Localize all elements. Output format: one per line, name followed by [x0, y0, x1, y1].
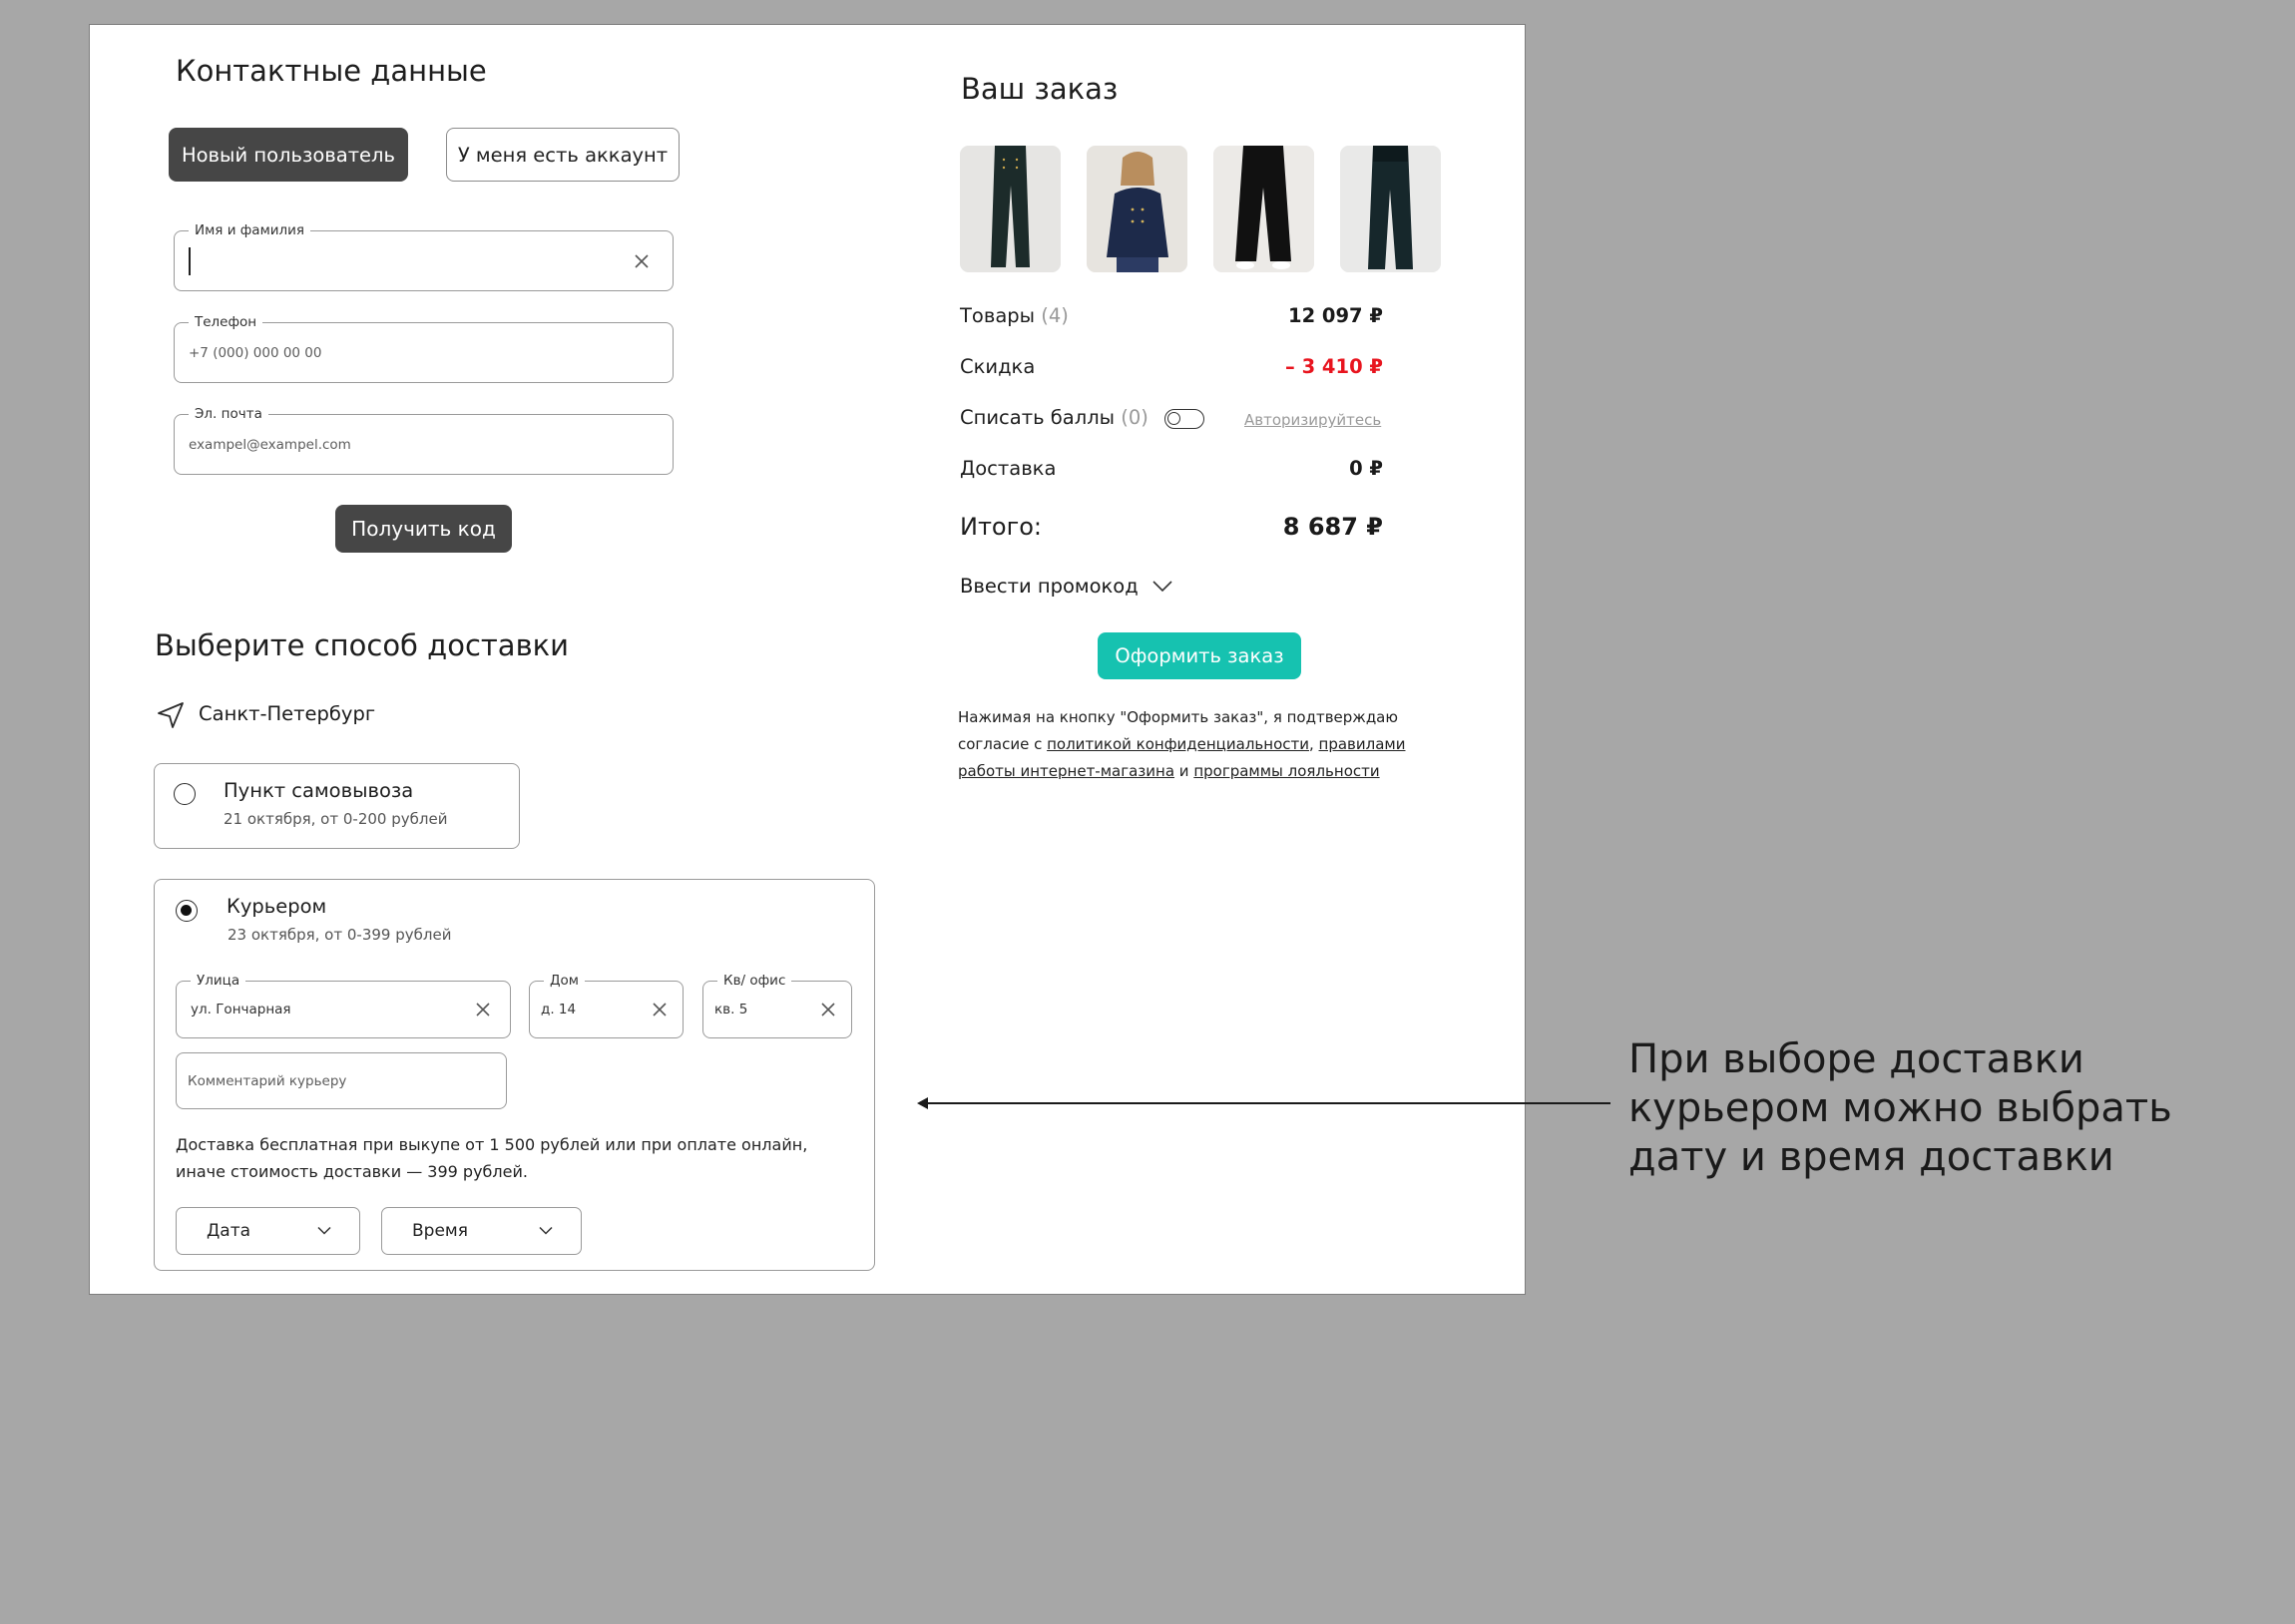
- items-count: (4): [1041, 304, 1069, 327]
- time-select-label: Время: [412, 1221, 468, 1241]
- place-order-button[interactable]: Оформить заказ: [1098, 632, 1301, 679]
- annotation-arrow: [917, 1097, 1610, 1109]
- jacket-image: [1087, 146, 1187, 272]
- chevron-down-icon: [1152, 580, 1172, 592]
- courier-radio[interactable]: [176, 900, 198, 922]
- promo-code-label: Ввести промокод: [960, 575, 1139, 598]
- new-user-button[interactable]: Новый пользователь: [169, 128, 408, 182]
- delivery-title: Выберите способ доставки: [155, 628, 570, 662]
- apartment-field[interactable]: Кв/ офис кв. 5: [702, 973, 852, 1038]
- delivery-cost-value: 0 ₽: [1349, 457, 1383, 480]
- house-field[interactable]: Дом д. 14: [529, 973, 684, 1038]
- store-rules-link-part-2[interactable]: работы интернет-магазина: [958, 762, 1174, 780]
- total-value: 8 687 ₽: [1282, 513, 1383, 541]
- total-label: Итого:: [960, 513, 1042, 541]
- close-icon[interactable]: [633, 252, 651, 270]
- comment-placeholder: Комментарий курьеру: [188, 1072, 347, 1089]
- apartment-field-label: Кв/ офис: [717, 973, 792, 989]
- points-row-label: Списать баллы (0): [960, 406, 1148, 429]
- toggle-knob: [1167, 412, 1180, 425]
- legal-prefix: согласие с: [958, 735, 1048, 753]
- time-select[interactable]: Время: [381, 1207, 582, 1255]
- legal-comma: ,: [1308, 735, 1319, 753]
- phone-field[interactable]: Телефон +7 (000) 000 00 00: [174, 314, 674, 383]
- street-field[interactable]: Улица ул. Гончарная: [176, 973, 511, 1038]
- order-title: Ваш заказ: [961, 72, 1119, 106]
- location-arrow-icon: [158, 702, 184, 728]
- courier-comment-field[interactable]: Комментарий курьеру: [176, 1052, 507, 1109]
- promo-code-toggle[interactable]: Ввести промокод: [960, 575, 1172, 598]
- loyalty-program-link[interactable]: программы лояльности: [1193, 762, 1379, 780]
- trousers-image: [1340, 146, 1441, 272]
- pickup-option[interactable]: Пункт самовывоза 21 октября, от 0-200 ру…: [154, 763, 520, 849]
- chevron-down-icon: [317, 1226, 331, 1235]
- pickup-title: Пункт самовывоза: [224, 779, 414, 802]
- product-thumbnail-1[interactable]: [960, 146, 1061, 272]
- legal-and: и: [1174, 762, 1194, 780]
- annotation-text: При выборе доставки курьером можно выбра…: [1628, 1035, 2172, 1182]
- email-field[interactable]: Эл. почта exampel@exampel.com: [174, 406, 674, 475]
- street-field-label: Улица: [191, 973, 246, 989]
- delivery-cost-label: Доставка: [960, 457, 1057, 480]
- items-label: Товары: [960, 304, 1036, 327]
- trousers-image: [1213, 146, 1314, 272]
- points-label: Списать баллы: [960, 406, 1116, 429]
- apartment-value: кв. 5: [714, 1002, 748, 1017]
- email-placeholder: exampel@exampel.com: [189, 436, 351, 453]
- legal-line-3: работы интернет-магазина и программы лоя…: [958, 758, 1405, 785]
- pickup-radio[interactable]: [174, 783, 196, 805]
- phone-placeholder: +7 (000) 000 00 00: [189, 344, 322, 361]
- courier-title: Курьером: [227, 895, 327, 918]
- points-toggle[interactable]: [1164, 409, 1204, 429]
- delivery-note-line-2: иначе стоимость доставки — 399 рублей.: [176, 1162, 528, 1181]
- date-select-label: Дата: [207, 1221, 251, 1241]
- email-field-label: Эл. почта: [189, 406, 268, 422]
- pickup-subtitle: 21 октября, от 0-200 рублей: [224, 810, 448, 828]
- items-row-label: Товары (4): [960, 304, 1069, 327]
- name-field[interactable]: Имя и фамилия: [174, 222, 674, 291]
- close-icon[interactable]: [819, 1001, 837, 1018]
- legal-consent-text: Нажимая на кнопку "Оформить заказ", я по…: [958, 704, 1405, 785]
- courier-option[interactable]: Курьером 23 октября, от 0-399 рублей Ули…: [154, 879, 875, 1271]
- trousers-image: [960, 146, 1061, 272]
- delivery-note-line-1: Доставка бесплатная при выкупе от 1 500 …: [176, 1135, 808, 1154]
- store-rules-link-part-1[interactable]: правилами: [1319, 735, 1406, 753]
- chevron-down-icon: [539, 1226, 553, 1235]
- annotation-line-2: курьером можно выбрать: [1628, 1085, 2172, 1131]
- product-thumbnail-2[interactable]: [1087, 146, 1187, 272]
- city-label[interactable]: Санкт-Петербург: [199, 702, 375, 725]
- annotation-line-1: При выборе доставки: [1628, 1036, 2084, 1082]
- house-value: д. 14: [541, 1002, 577, 1017]
- product-thumbnail-4[interactable]: [1340, 146, 1441, 272]
- delivery-note: Доставка бесплатная при выкупе от 1 500 …: [176, 1131, 807, 1185]
- have-account-button[interactable]: У меня есть аккаунт: [446, 128, 680, 182]
- phone-field-label: Телефон: [189, 314, 263, 330]
- text-cursor: [189, 246, 191, 275]
- name-field-label: Имя и фамилия: [189, 222, 311, 238]
- courier-subtitle: 23 октября, от 0-399 рублей: [228, 926, 452, 944]
- close-icon[interactable]: [651, 1001, 669, 1018]
- close-icon[interactable]: [474, 1001, 492, 1018]
- items-value: 12 097 ₽: [1288, 304, 1383, 327]
- privacy-policy-link[interactable]: политикой конфиденциальности: [1047, 735, 1309, 753]
- legal-line-1: Нажимая на кнопку "Оформить заказ", я по…: [958, 708, 1399, 726]
- product-thumbnail-3[interactable]: [1213, 146, 1314, 272]
- house-field-label: Дом: [544, 973, 585, 989]
- points-count: (0): [1121, 406, 1148, 429]
- date-select[interactable]: Дата: [176, 1207, 360, 1255]
- get-code-button[interactable]: Получить код: [335, 505, 512, 553]
- annotation-line-3: дату и время доставки: [1628, 1134, 2114, 1180]
- authorize-link[interactable]: Авторизируйтесь: [1244, 411, 1381, 429]
- discount-value: – 3 410 ₽: [1285, 355, 1383, 378]
- legal-line-2: согласие с политикой конфиденциальности,…: [958, 731, 1405, 758]
- discount-label: Скидка: [960, 355, 1036, 378]
- contact-title: Контактные данные: [176, 54, 487, 88]
- street-value: ул. Гончарная: [191, 1002, 291, 1017]
